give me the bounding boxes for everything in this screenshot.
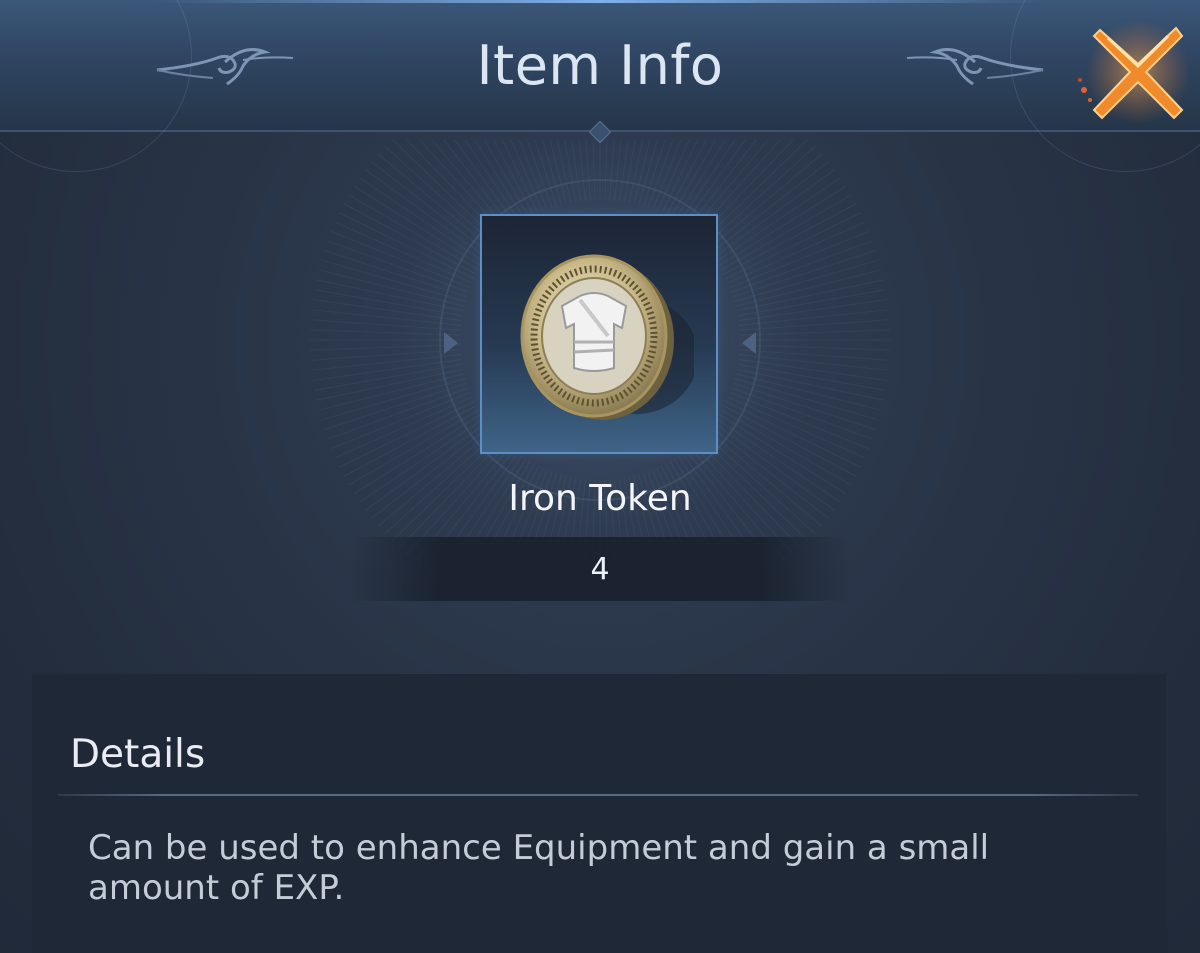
header-bar: Item Info [0, 0, 1200, 172]
iron-token-coin-icon [520, 254, 694, 420]
ornament-right-icon [906, 48, 1044, 86]
details-description: Can be used to enhance Equipment and gai… [88, 828, 990, 908]
close-x-icon [1078, 20, 1190, 124]
item-name: Iron Token [508, 478, 692, 519]
close-button[interactable] [1078, 16, 1190, 128]
arrow-right-icon [742, 332, 756, 354]
item-info-panel: Item Info Iron Token 4 Details Can be us… [0, 0, 1200, 953]
item-icon-frame [480, 214, 718, 454]
item-quantity: 4 [590, 552, 610, 587]
details-divider [58, 794, 1138, 796]
details-section: Details Can be used to enhance Equipment… [32, 674, 1166, 953]
arrow-left-icon [444, 332, 458, 354]
details-heading: Details [70, 732, 206, 777]
